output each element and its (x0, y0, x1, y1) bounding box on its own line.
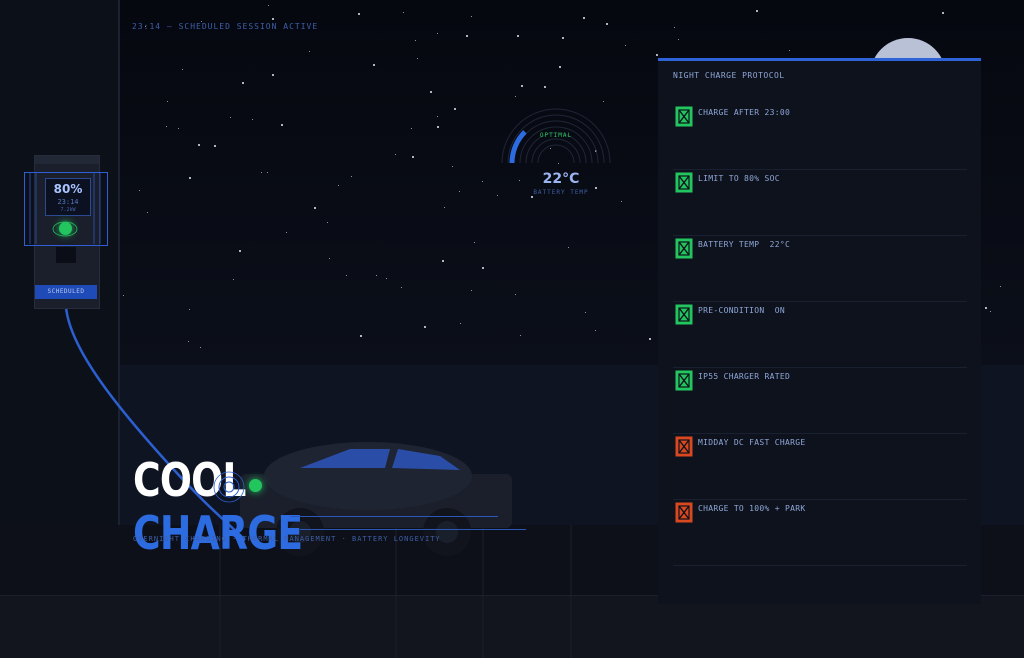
status-message: SCHEDULED SESSION ACTIVE (178, 22, 319, 31)
session-status: 23:14 — SCHEDULED SESSION ACTIVE (132, 22, 318, 31)
night-charging-scene: 80% 23:14 7.2kW SCHEDULED 23:14 — SCHEDU… (0, 0, 1024, 658)
check-icon (675, 238, 693, 259)
status-separator: — (166, 22, 179, 31)
charger-schedule-badge: SCHEDULED (35, 285, 97, 299)
protocol-item: LIMIT TO 80% SOC (673, 169, 967, 236)
protocol-item-label: CHARGE TO 100% + PARK (698, 504, 806, 513)
protocol-item-label: PRE-CONDITION ON (698, 306, 785, 315)
protocol-item: BATTERY TEMP 22°C (673, 235, 967, 302)
cross-icon (675, 502, 693, 523)
protocol-item-label: MIDDAY DC FAST CHARGE (698, 438, 806, 447)
protocol-item-label: CHARGE AFTER 23:00 (698, 108, 791, 117)
panel-title: NIGHT CHARGE PROTOCOL (673, 71, 785, 80)
hero-rule (290, 516, 498, 517)
protocol-item-label: IP55 CHARGER RATED (698, 372, 791, 381)
hero-rule-secondary (300, 529, 526, 530)
night-charge-protocol-panel: NIGHT CHARGE PROTOCOL CHARGE AFTER 23:00… (658, 58, 981, 604)
protocol-item: MIDDAY DC FAST CHARGE (673, 433, 967, 500)
hero-ripple-icon (213, 471, 245, 503)
check-icon (675, 172, 693, 193)
cross-icon (675, 436, 693, 457)
status-time: 23:14 (132, 22, 162, 31)
protocol-item-label: BATTERY TEMP 22°C (698, 240, 791, 249)
protocol-item: CHARGE TO 100% + PARK (673, 499, 967, 566)
charger-status-led (59, 222, 72, 235)
gauge-ring (531, 138, 581, 164)
check-icon (675, 304, 693, 325)
gauge-caption: BATTERY TEMP (533, 189, 589, 196)
hero-status-led (249, 479, 262, 492)
battery-temp-gauge: OPTIMAL 22°C BATTERY TEMP (496, 101, 616, 201)
hero-subtitle: OVERNIGHT CHARGING · THERMAL MANAGEMENT … (133, 535, 441, 543)
gauge-temperature: 22°C (542, 171, 580, 187)
protocol-item: CHARGE AFTER 23:00 (673, 103, 967, 170)
gauge-ring (537, 144, 575, 164)
gauge-state: OPTIMAL (539, 132, 573, 139)
protocol-item: PRE-CONDITION ON (673, 301, 967, 368)
charger-cap (35, 156, 99, 164)
check-icon (675, 106, 693, 127)
hero-title-line2: CHARGE (133, 506, 303, 560)
check-icon (675, 370, 693, 391)
charger-socket (56, 247, 76, 263)
protocol-item-label: LIMIT TO 80% SOC (698, 174, 780, 183)
protocol-item: IP55 CHARGER RATED (673, 367, 967, 434)
